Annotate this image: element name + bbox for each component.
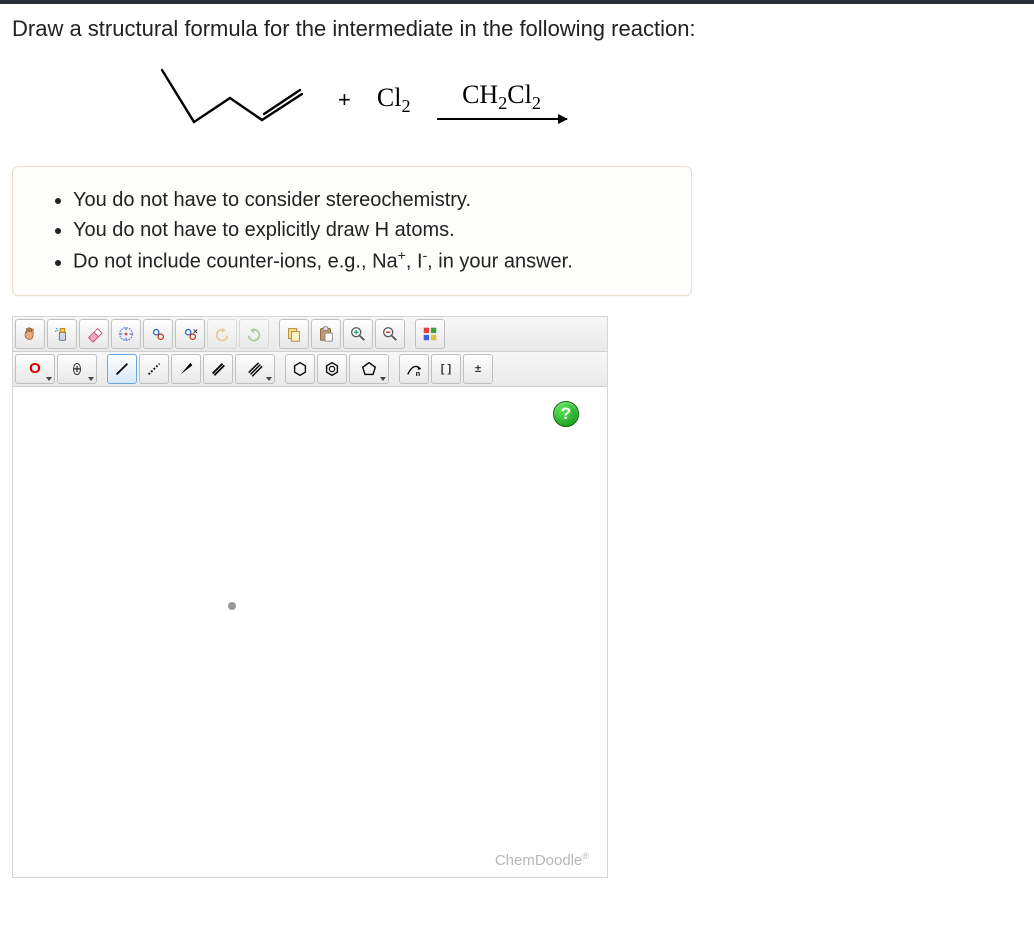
hint-box: You do not have to consider stereochemis… bbox=[12, 166, 692, 296]
spray-tool-button[interactable] bbox=[47, 319, 77, 349]
hint-3: Do not include counter-ions, e.g., Na+, … bbox=[73, 245, 667, 277]
center-tool-button[interactable] bbox=[111, 319, 141, 349]
hint-2: You do not have to explicitly draw H ato… bbox=[73, 215, 667, 245]
reagent-sub: 2 bbox=[401, 96, 410, 116]
structure-editor: O + bbox=[12, 316, 608, 878]
eraser-tool-button[interactable] bbox=[79, 319, 109, 349]
charge-pm-button[interactable]: ± bbox=[463, 354, 493, 384]
reagent-text: Cl bbox=[377, 83, 402, 112]
chevron-down-icon bbox=[88, 377, 94, 381]
hand-tool-button[interactable] bbox=[15, 319, 45, 349]
reaction-plus: + bbox=[338, 87, 351, 113]
double-bond-button[interactable] bbox=[203, 354, 233, 384]
reaction-row: + Cl2 CH2Cl2 bbox=[12, 60, 1022, 166]
hexagon-ring-button[interactable] bbox=[285, 354, 315, 384]
toolbar-row-1 bbox=[13, 317, 607, 352]
triple-bond-button[interactable] bbox=[235, 354, 275, 384]
chevron-down-icon bbox=[46, 377, 52, 381]
arrow-line bbox=[437, 118, 567, 120]
wedge-bond-button[interactable] bbox=[171, 354, 201, 384]
element-picker-button[interactable]: O bbox=[15, 354, 55, 384]
dashed-bond-button[interactable] bbox=[139, 354, 169, 384]
hint-1: You do not have to consider stereochemis… bbox=[73, 185, 667, 215]
benzene-ring-button[interactable] bbox=[317, 354, 347, 384]
colors-button[interactable] bbox=[415, 319, 445, 349]
element-label: O bbox=[29, 360, 41, 377]
pentagon-ring-button[interactable] bbox=[349, 354, 389, 384]
zoom-out-button[interactable] bbox=[375, 319, 405, 349]
reagent-cl2: Cl2 bbox=[377, 83, 411, 117]
help-icon: ? bbox=[561, 404, 571, 424]
redo-button[interactable] bbox=[239, 319, 269, 349]
brackets-button[interactable]: [ ] bbox=[431, 354, 461, 384]
chevron-down-icon bbox=[266, 377, 272, 381]
drawing-canvas[interactable]: ? ChemDoodle® bbox=[13, 387, 607, 877]
reaction-arrow: CH2Cl2 bbox=[437, 80, 567, 120]
paste-button[interactable] bbox=[311, 319, 341, 349]
question-prompt: Draw a structural formula for the interm… bbox=[12, 16, 1022, 42]
toolbar-row-2: O + bbox=[13, 352, 607, 387]
chemdoodle-brand: ChemDoodle® bbox=[495, 851, 589, 869]
starting-material-structure bbox=[152, 60, 312, 140]
help-button[interactable]: ? bbox=[553, 401, 579, 427]
svg-text:n: n bbox=[416, 369, 420, 378]
curve-arrow-button[interactable]: n bbox=[399, 354, 429, 384]
rings-cut-tool-button[interactable] bbox=[175, 319, 205, 349]
arrow-condition: CH2Cl2 bbox=[462, 80, 541, 114]
zoom-in-button[interactable] bbox=[343, 319, 373, 349]
charge-label: ± bbox=[475, 363, 481, 375]
rings-tool-button[interactable] bbox=[143, 319, 173, 349]
content: Draw a structural formula for the interm… bbox=[0, 4, 1034, 878]
charge-picker-button[interactable]: + bbox=[57, 354, 97, 384]
chevron-down-icon bbox=[380, 377, 386, 381]
copy-button[interactable] bbox=[279, 319, 309, 349]
undo-button[interactable] bbox=[207, 319, 237, 349]
brackets-label: [ ] bbox=[441, 363, 451, 375]
single-bond-button[interactable] bbox=[107, 354, 137, 384]
canvas-origin-dot bbox=[228, 602, 236, 610]
